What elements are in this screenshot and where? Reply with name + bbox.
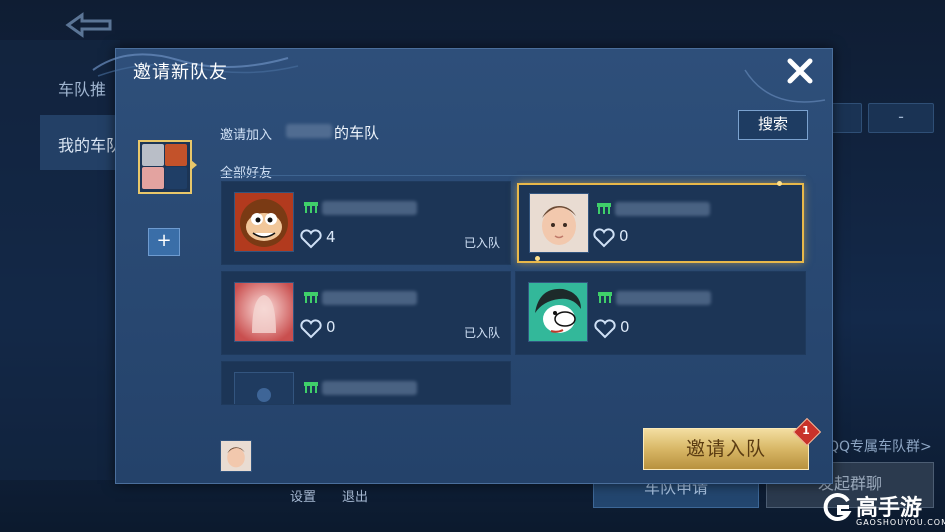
intimacy-count: 0: [620, 318, 630, 336]
heart-icon: [593, 228, 615, 248]
friend-name-blurred: [322, 201, 417, 215]
settings-link[interactable]: 设置: [290, 486, 316, 505]
dialog-title: 邀请新队友: [133, 62, 228, 83]
side-tab-my-team[interactable]: 我的车队: [58, 132, 122, 156]
selected-arrow-icon: [191, 160, 197, 170]
cartoon-avatar-icon: [529, 283, 587, 341]
default-avatar-icon: [235, 373, 293, 404]
ghost-avatar-icon: [235, 283, 293, 341]
invite-dialog: [115, 48, 833, 484]
exit-link[interactable]: 退出: [342, 486, 368, 505]
joined-status: 已入队: [463, 236, 500, 250]
joined-status: 已入队: [463, 326, 500, 340]
divider: [220, 175, 806, 176]
team-suffix-label: 的车队: [334, 124, 380, 142]
selected-friend-thumbnail[interactable]: [220, 440, 252, 472]
rank-icon: [304, 382, 318, 393]
monkey-avatar-icon: [235, 193, 293, 251]
friend-name-blurred: [616, 291, 711, 305]
friend-avatar: [529, 193, 589, 253]
baby-photo-avatar-icon: [221, 441, 251, 471]
friend-avatar: [528, 282, 588, 342]
team-member-avatar: [142, 144, 164, 166]
intimacy-count: 0: [326, 318, 336, 336]
team-member-avatar: [165, 144, 187, 166]
background-button-2[interactable]: -: [868, 103, 934, 133]
friend-name-blurred: [615, 202, 710, 216]
friend-card[interactable]: 0: [515, 271, 806, 355]
friend-avatar: [234, 192, 294, 252]
friend-avatar: [234, 372, 294, 404]
rank-icon: [597, 203, 611, 214]
baby-photo-avatar-icon: [530, 194, 588, 252]
sparkle-icon: [777, 181, 782, 186]
gaoshouyou-logo-icon: [823, 493, 852, 521]
qq-team-group-link[interactable]: QQ专属车队群>: [828, 436, 932, 456]
intimacy-count: 0: [619, 227, 629, 245]
intimacy-count: 4: [326, 228, 336, 246]
invite-join-label: 邀请加入: [220, 128, 273, 143]
team-owner-name-blurred: [286, 124, 332, 138]
friend-card[interactable]: 0 已入队: [221, 271, 511, 355]
team-member-avatar: [142, 167, 164, 189]
heart-icon: [594, 319, 616, 339]
friend-card[interactable]: 4 已入队: [221, 181, 511, 265]
heart-icon: [300, 229, 322, 249]
all-friends-label: 全部好友: [220, 166, 273, 181]
close-icon[interactable]: [783, 54, 817, 88]
search-button[interactable]: 搜索: [738, 110, 808, 140]
current-team-tile[interactable]: [138, 140, 192, 194]
friend-name-blurred: [322, 291, 417, 305]
gaoshouyou-logo: 高手游 GAOSHOUYOU.COM: [820, 488, 945, 532]
friend-card-selected[interactable]: 0: [517, 183, 804, 263]
rank-icon: [598, 292, 612, 303]
notification-badge-count: 1: [802, 424, 810, 437]
add-team-button[interactable]: +: [148, 228, 180, 256]
empty-slot-icon: [165, 167, 187, 189]
sparkle-icon: [535, 256, 540, 261]
rank-icon: [304, 202, 318, 213]
logo-subtext: GAOSHOUYOU.COM: [856, 518, 945, 527]
heart-icon: [300, 319, 322, 339]
background-button-1[interactable]: [830, 103, 862, 133]
friend-card[interactable]: [221, 361, 511, 405]
back-arrow-icon[interactable]: [60, 10, 120, 40]
invite-to-team-button[interactable]: 邀请入队: [643, 428, 809, 470]
friend-name-blurred: [322, 381, 417, 395]
rank-icon: [304, 292, 318, 303]
friend-avatar: [234, 282, 294, 342]
background-sidebar: [0, 40, 120, 480]
